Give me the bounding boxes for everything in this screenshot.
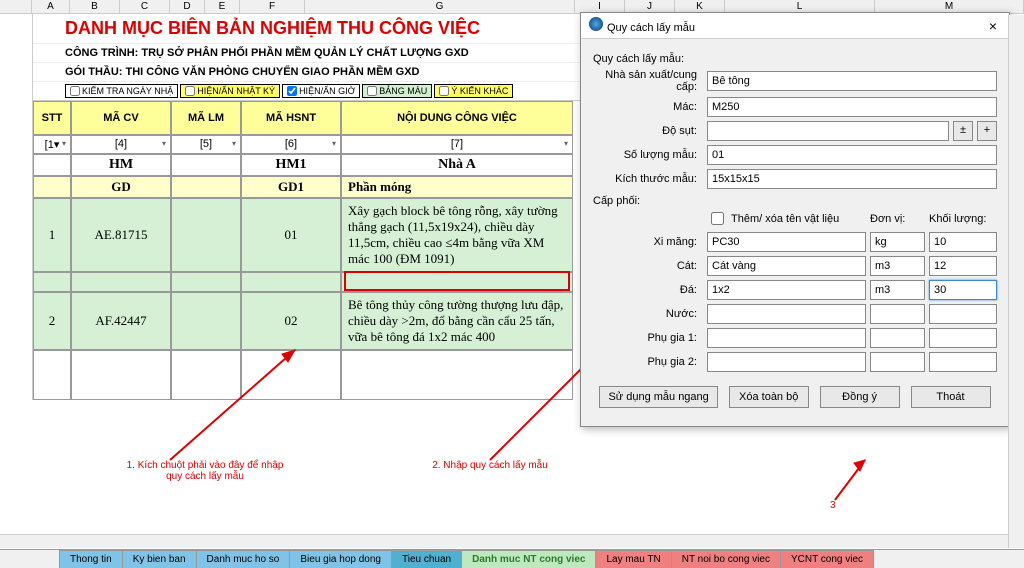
input-da[interactable] — [707, 280, 866, 300]
dialog-quycach: Quy cách lấy mẫu × Quy cách lấy mẫu: Nhà… — [580, 12, 1010, 427]
cell-mahsnt[interactable]: 01 — [241, 198, 341, 272]
tab-bieugia[interactable]: Bieu gia hop dong — [289, 550, 392, 568]
scrollbar-vertical[interactable] — [1008, 15, 1024, 548]
tab-danhmucnt[interactable]: Danh muc NT cong viec — [461, 550, 596, 568]
cell-macv[interactable]: AE.81715 — [71, 198, 171, 272]
input-da-qty[interactable] — [929, 280, 997, 300]
chk-nhatky[interactable]: HIỆN/ẨN NHẬT KÝ — [180, 84, 280, 98]
hdr-noidung: NỘI DUNG CÔNG VIỆC — [341, 101, 573, 135]
tab-ntnoibo[interactable]: NT noi bo cong viec — [671, 550, 781, 568]
filter-1[interactable]: [1▾ — [33, 135, 71, 154]
chk-kiemtra[interactable]: KIỂM TRA NGÀY NHẬ — [65, 84, 178, 98]
btn-xoa[interactable]: Xóa toàn bộ — [729, 386, 809, 408]
close-icon[interactable]: × — [985, 18, 1001, 34]
input-cat-unit[interactable] — [870, 256, 925, 276]
highlight-box-1 — [344, 271, 570, 291]
input-ximang[interactable] — [707, 232, 866, 252]
tab-laymau[interactable]: Lay mau TN — [595, 550, 671, 568]
arrow-3 — [820, 450, 880, 505]
btn-mau-ngang[interactable]: Sử dụng mẫu ngang — [599, 386, 717, 408]
tab-tieuchuan[interactable]: Tieu chuan — [391, 550, 462, 568]
input-mac[interactable] — [707, 97, 997, 117]
cell-noidung[interactable]: Xây gạch block bê tông rỗng, xây tường t… — [341, 198, 573, 272]
arrow-1 — [150, 340, 310, 470]
tab-kybienban[interactable]: Ky bien ban — [122, 550, 197, 568]
input-phugia1[interactable] — [707, 328, 866, 348]
app-icon — [589, 17, 603, 31]
tab-thongtin[interactable]: Thong tin — [59, 550, 123, 568]
input-kichthuoc[interactable] — [707, 169, 997, 189]
input-cat-qty[interactable] — [929, 256, 997, 276]
input-ximang-qty[interactable] — [929, 232, 997, 252]
input-phugia2[interactable] — [707, 352, 866, 372]
cell-stt[interactable]: 2 — [33, 292, 71, 350]
input-da-unit[interactable] — [870, 280, 925, 300]
filter-5[interactable]: [7] — [341, 135, 573, 154]
tab-danhmuchoso[interactable]: Danh muc ho so — [196, 550, 291, 568]
hdr-mahsnt: MÃ HSNT — [241, 101, 341, 135]
btn-thoat[interactable]: Thoát — [911, 386, 991, 408]
input-cat[interactable] — [707, 256, 866, 276]
sheet-tabs: Thong tin Ky bien ban Danh muc ho so Bie… — [0, 549, 1024, 568]
btn-dongy[interactable]: Đồng ý — [820, 386, 900, 408]
filter-4[interactable]: [6] — [241, 135, 341, 154]
pm-button[interactable]: ± — [953, 121, 973, 141]
filter-2[interactable]: [4] — [71, 135, 171, 154]
scrollbar-horizontal[interactable] — [0, 534, 1008, 548]
dialog-titlebar[interactable]: Quy cách lấy mẫu × — [581, 13, 1009, 39]
input-soluong[interactable] — [707, 145, 997, 165]
hdr-stt: STT — [33, 101, 71, 135]
hdr-malm: MÃ LM — [171, 101, 241, 135]
chk-bangmau[interactable]: BẢNG MÀU — [362, 84, 432, 98]
input-dosut[interactable] — [707, 121, 949, 141]
chk-ykien[interactable]: Ý KIẾN KHÁC — [434, 84, 513, 98]
tab-ycnt[interactable]: YCNT cong viec — [780, 550, 874, 568]
input-ximang-unit[interactable] — [870, 232, 925, 252]
plus-button[interactable]: + — [977, 121, 997, 141]
filter-3[interactable]: [5] — [171, 135, 241, 154]
input-nsx[interactable] — [707, 71, 997, 91]
chk-gio[interactable]: HIỆN/ẨN GIỜ — [282, 84, 360, 98]
hdr-macv: MÃ CV — [71, 101, 171, 135]
cell-stt[interactable]: 1 — [33, 198, 71, 272]
chk-themxoa[interactable] — [711, 212, 724, 225]
input-nuoc[interactable] — [707, 304, 866, 324]
